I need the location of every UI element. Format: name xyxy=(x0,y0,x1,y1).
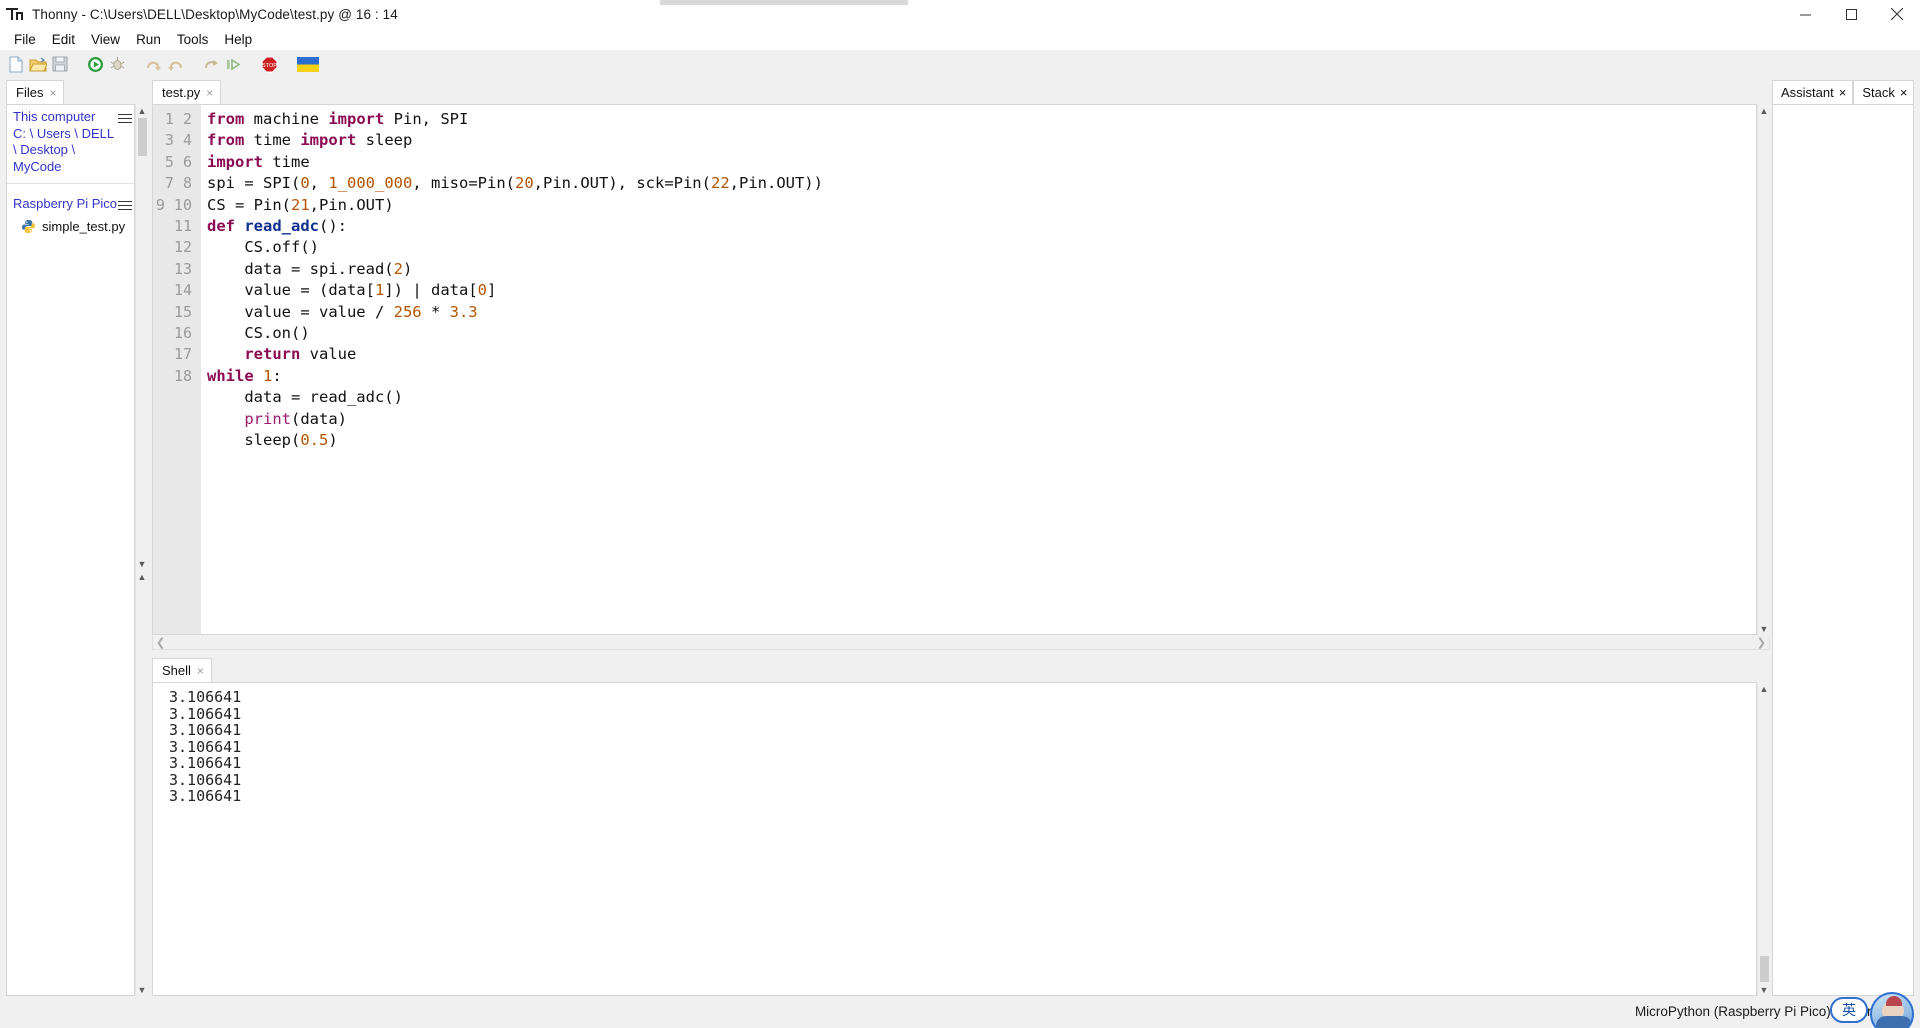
tab-shell[interactable]: Shell × xyxy=(152,658,212,682)
toolbar: STOP xyxy=(0,50,1920,78)
scroll-up-icon[interactable]: ▲ xyxy=(1758,104,1771,117)
title-bar: Thonny - C:\Users\DELL\Desktop\MyCode\te… xyxy=(0,0,1920,28)
ime-badge[interactable]: 英 xyxy=(1830,997,1868,1023)
menu-item-help[interactable]: Help xyxy=(216,31,260,48)
new-file-icon[interactable] xyxy=(6,54,25,74)
local-files-location[interactable]: This computer C: \ Users \ DELL \ Deskto… xyxy=(13,109,118,175)
editor-tabstrip: test.py × xyxy=(152,80,1770,104)
shell-panel: Shell × 3.106641 3.106641 3.106641 3.106… xyxy=(152,658,1770,996)
tab-stack-label: Stack xyxy=(1862,85,1895,100)
menu-item-tools[interactable]: Tools xyxy=(169,31,217,48)
screen-artifact xyxy=(660,0,908,5)
shell-scrollbar[interactable]: ▲ ▼ xyxy=(1757,682,1770,996)
editor-panel: test.py × 1 2 3 4 5 6 7 8 9 10 11 12 13 … xyxy=(152,80,1770,650)
device-files-section: Raspberry Pi Pico simple_test.py xyxy=(7,192,134,236)
close-icon[interactable] xyxy=(1874,0,1920,28)
local-files-title: This computer xyxy=(13,109,96,124)
tab-files-label: Files xyxy=(16,85,44,100)
svg-text:STOP: STOP xyxy=(262,63,277,69)
right-tabstrip: Assistant × Stack × xyxy=(1772,80,1915,104)
center-column: test.py × 1 2 3 4 5 6 7 8 9 10 11 12 13 … xyxy=(148,78,1772,996)
local-files-section: This computer C: \ Users \ DELL \ Deskto… xyxy=(7,105,134,184)
list-item[interactable]: simple_test.py xyxy=(7,217,134,236)
right-panel-body xyxy=(1772,104,1914,996)
editor-horizontal-scrollbar[interactable]: ❮ ❯ xyxy=(152,635,1770,650)
editor-scrollbar[interactable]: ▲ ▼ xyxy=(1757,104,1770,635)
tab-files[interactable]: Files × xyxy=(6,80,65,104)
divider xyxy=(7,183,134,184)
files-scrollbar[interactable]: ▲ ▼ ▲ ▼ xyxy=(135,104,148,996)
resume-icon[interactable] xyxy=(224,54,243,74)
save-file-icon[interactable] xyxy=(50,54,69,74)
right-panel: Assistant × Stack × xyxy=(1772,78,1920,996)
tab-assistant-close-icon[interactable]: × xyxy=(1839,85,1847,100)
stop-icon[interactable]: STOP xyxy=(260,54,279,74)
code-editor[interactable]: 1 2 3 4 5 6 7 8 9 10 11 12 13 14 15 16 1… xyxy=(152,104,1757,635)
local-files-header: This computer C: \ Users \ DELL \ Deskto… xyxy=(7,105,134,179)
scroll-up-icon[interactable]: ▲ xyxy=(136,104,149,117)
menu-item-run[interactable]: Run xyxy=(128,31,169,48)
ukraine-flag-icon[interactable] xyxy=(296,54,320,74)
scroll-down-icon[interactable]: ▼ xyxy=(1758,983,1771,996)
open-file-icon[interactable] xyxy=(28,54,47,74)
status-bar: MicroPython (Raspberry Pi Pico) • Board … xyxy=(0,992,1920,1028)
title-bar-left: Thonny - C:\Users\DELL\Desktop\MyCode\te… xyxy=(0,6,398,22)
menu-item-view[interactable]: View xyxy=(83,31,128,48)
shell-tabstrip: Shell × xyxy=(152,658,1770,682)
tab-test-py-label: test.py xyxy=(162,85,201,100)
shell-output-area[interactable]: 3.106641 3.106641 3.106641 3.106641 3.10… xyxy=(152,682,1757,996)
scroll-right-icon[interactable]: ❯ xyxy=(1757,636,1766,649)
tab-stack-close-icon[interactable]: × xyxy=(1900,85,1908,100)
panel-gap xyxy=(7,184,134,192)
local-files-path: C: \ Users \ DELL \ Desktop \ MyCode xyxy=(13,125,114,174)
files-panel: Files × This computer C: \ Users \ DELL … xyxy=(0,78,148,996)
scroll-down-icon[interactable]: ▼ xyxy=(1758,622,1771,635)
avatar[interactable] xyxy=(1870,992,1914,1028)
hamburger-icon[interactable] xyxy=(118,196,132,213)
tab-shell-label: Shell xyxy=(162,663,191,678)
menu-item-edit[interactable]: Edit xyxy=(44,31,83,48)
tab-test-py[interactable]: test.py × xyxy=(152,80,222,104)
maximize-icon[interactable] xyxy=(1828,0,1874,28)
scroll-left-icon[interactable]: ❮ xyxy=(156,636,165,649)
tab-assistant[interactable]: Assistant × xyxy=(1772,80,1854,104)
step-into-icon[interactable] xyxy=(166,54,185,74)
menu-item-file[interactable]: File xyxy=(6,31,44,48)
scroll-down-icon[interactable]: ▼ xyxy=(136,557,149,570)
scroll-down-icon-2[interactable]: ▼ xyxy=(136,983,149,996)
tab-files-close-icon[interactable]: × xyxy=(49,87,56,99)
window-controls xyxy=(1782,0,1920,28)
shell-output-text: 3.106641 3.106641 3.106641 3.106641 3.10… xyxy=(169,688,242,805)
scrollbar-thumb[interactable] xyxy=(137,118,147,156)
ime-badge-label: 英 xyxy=(1842,1002,1856,1018)
scroll-up-icon[interactable]: ▲ xyxy=(1758,682,1771,695)
files-tree: This computer C: \ Users \ DELL \ Deskto… xyxy=(6,104,135,996)
minimize-icon[interactable] xyxy=(1782,0,1828,28)
tab-assistant-label: Assistant xyxy=(1781,85,1834,100)
hamburger-icon[interactable] xyxy=(118,109,132,126)
step-over-icon[interactable] xyxy=(144,54,163,74)
scroll-up-icon-2[interactable]: ▲ xyxy=(136,570,149,583)
tab-shell-close-icon[interactable]: × xyxy=(197,665,204,677)
debug-icon[interactable] xyxy=(108,54,127,74)
list-item-label: simple_test.py xyxy=(42,218,126,234)
window-title: Thonny - C:\Users\DELL\Desktop\MyCode\te… xyxy=(32,6,398,22)
code-text[interactable]: from machine import Pin, SPI from time i… xyxy=(201,105,1756,634)
device-files-header: Raspberry Pi Pico xyxy=(7,192,134,217)
run-icon[interactable] xyxy=(86,54,105,74)
files-tabstrip: Files × xyxy=(6,80,148,104)
main-area: Files × This computer C: \ Users \ DELL … xyxy=(0,78,1920,996)
device-files-title[interactable]: Raspberry Pi Pico xyxy=(13,196,118,213)
thonny-icon xyxy=(6,6,24,22)
scrollbar-thumb[interactable] xyxy=(1759,956,1769,982)
menu-bar: File Edit View Run Tools Help xyxy=(0,28,1920,50)
step-out-icon[interactable] xyxy=(202,54,221,74)
tab-test-py-close-icon[interactable]: × xyxy=(206,87,213,99)
python-file-icon xyxy=(21,219,36,234)
line-number-gutter: 1 2 3 4 5 6 7 8 9 10 11 12 13 14 15 16 1… xyxy=(153,105,201,634)
tab-stack[interactable]: Stack × xyxy=(1853,80,1915,104)
